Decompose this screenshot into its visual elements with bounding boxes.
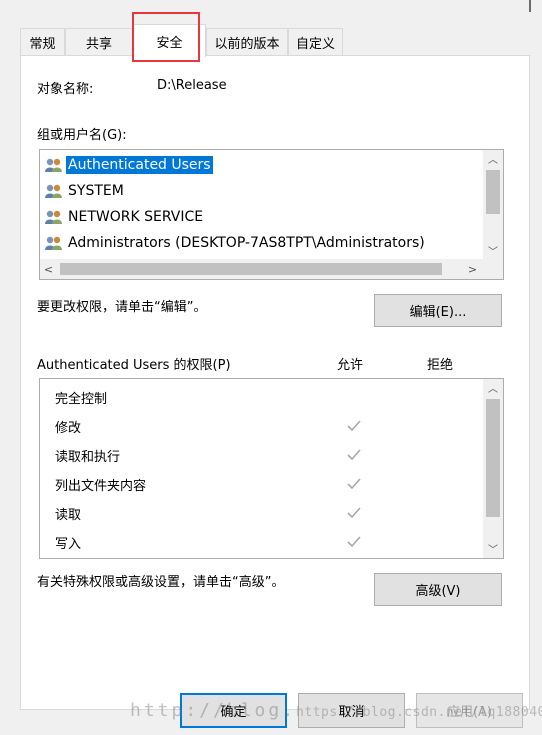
tab-previous-versions[interactable]: 以前的版本 xyxy=(206,28,288,56)
edit-button[interactable]: 编辑(E)... xyxy=(374,294,502,327)
user-group-icon xyxy=(44,183,64,199)
scroll-down-icon[interactable]: ﹀ xyxy=(483,242,503,259)
scroll-up-icon[interactable]: ︿ xyxy=(483,379,503,396)
group-list-item-label: Authenticated Users xyxy=(66,155,213,174)
security-panel: 对象名称: D:\Release 组或用户名(G): Authenticated… xyxy=(20,55,530,710)
check-icon xyxy=(345,533,363,551)
tab-general[interactable]: 常规 xyxy=(20,28,65,56)
hscroll-thumb[interactable] xyxy=(60,263,442,275)
check-icon xyxy=(345,417,363,435)
group-list-vscrollbar[interactable]: ︿ ﹀ xyxy=(483,150,503,260)
tab-customize[interactable]: 自定义 xyxy=(288,28,343,56)
group-list-item[interactable]: SYSTEM xyxy=(44,178,480,203)
group-list-item[interactable]: Administrators (DESKTOP-7AS8TPT\Administ… xyxy=(44,230,480,255)
permission-name: 读取和执行 xyxy=(55,449,121,465)
scroll-down-icon[interactable]: ﹀ xyxy=(483,540,503,557)
group-list-item-label: NETWORK SERVICE xyxy=(68,208,204,225)
object-name-label: 对象名称: xyxy=(37,82,94,97)
tab-sharing[interactable]: 共享 xyxy=(65,28,133,56)
permission-row: 读取和执行 xyxy=(55,441,475,469)
group-list-item-label: SYSTEM xyxy=(68,182,124,199)
group-list-item[interactable]: NETWORK SERVICE xyxy=(44,204,480,229)
watermark-faint: http://blog. xyxy=(130,700,297,721)
permission-name: 读取 xyxy=(55,507,82,523)
permission-row: 修改 xyxy=(55,412,475,440)
advanced-button[interactable]: 高级(V) xyxy=(374,573,502,606)
object-name-value: D:\Release xyxy=(157,78,227,93)
scroll-corner xyxy=(483,259,503,279)
permission-name: 完全控制 xyxy=(55,391,108,407)
deny-column-header: 拒绝 xyxy=(427,358,454,373)
check-icon xyxy=(345,475,363,493)
permission-row: 完全控制 xyxy=(55,383,475,411)
tab-strip: 常规 共享 安全 以前的版本 自定义 xyxy=(20,24,530,57)
check-icon xyxy=(345,446,363,464)
group-list-label: 组或用户名(G): xyxy=(37,128,127,143)
tab-security[interactable]: 安全 xyxy=(133,24,206,57)
group-list-hscrollbar[interactable]: < > xyxy=(40,259,484,279)
permission-row: 列出文件夹内容 xyxy=(55,470,475,498)
group-user-list[interactable]: Authenticated Users SYSTEM NETWORK SERVICE… xyxy=(39,149,504,280)
allow-column-header: 允许 xyxy=(337,358,364,373)
scroll-thumb[interactable] xyxy=(486,399,500,517)
user-group-icon xyxy=(44,235,64,251)
group-list-item-label: Administrators (DESKTOP-7AS8TPT\Administ… xyxy=(68,234,425,251)
permission-row: 写入 xyxy=(55,528,475,556)
permission-name: 修改 xyxy=(55,420,82,436)
permission-name: 列出文件夹内容 xyxy=(55,478,147,494)
scroll-left-icon[interactable]: < xyxy=(40,259,57,279)
permissions-list[interactable]: 完全控制修改读取和执行列出文件夹内容 读取写入 ︿ ﹀ xyxy=(39,378,504,559)
scroll-up-icon[interactable]: ︿ xyxy=(483,150,503,167)
watermark: http://blog.https://blog.csdn.net/lq1880… xyxy=(130,700,542,730)
user-group-icon xyxy=(44,209,64,225)
edit-hint: 要更改权限，请单击“编辑”。 xyxy=(37,300,207,315)
advanced-hint: 有关特殊权限或高级设置，请单击“高级”。 xyxy=(37,575,285,590)
user-group-icon xyxy=(44,157,64,173)
window-edge xyxy=(529,0,531,12)
group-list-item[interactable]: Authenticated Users xyxy=(44,152,480,177)
watermark-text: https://blog.csdn.net/lq18804095672 xyxy=(296,705,542,720)
permissions-header: Authenticated Users 的权限(P) xyxy=(37,358,231,373)
permissions-vscrollbar[interactable]: ︿ ﹀ xyxy=(483,379,503,558)
permission-row: 读取 xyxy=(55,499,475,527)
scroll-thumb[interactable] xyxy=(486,170,500,214)
check-icon xyxy=(345,504,363,522)
scroll-right-icon[interactable]: > xyxy=(464,259,481,279)
permission-name: 写入 xyxy=(55,536,82,552)
